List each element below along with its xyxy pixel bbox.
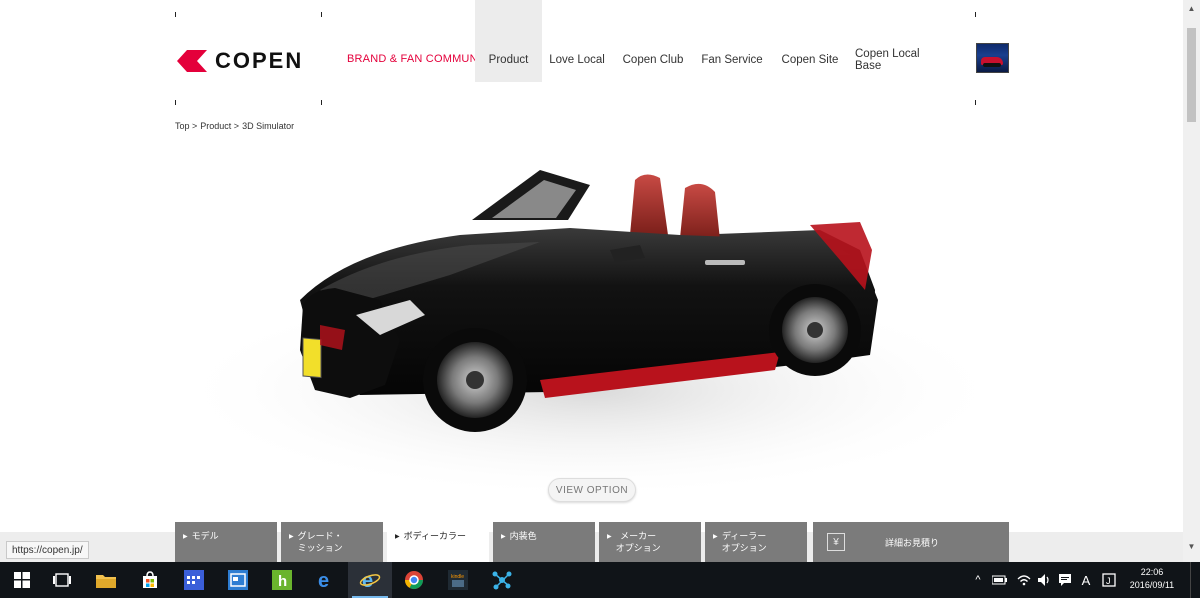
- action-center-icon[interactable]: J: [1100, 562, 1118, 598]
- battery-icon[interactable]: [990, 562, 1010, 598]
- tab-label: モデル: [191, 531, 219, 541]
- hulu-icon[interactable]: h: [260, 562, 304, 598]
- play-arrow-icon: ▶: [395, 533, 400, 540]
- edge-icon[interactable]: e: [304, 562, 348, 598]
- tab-grade-mission[interactable]: ▶ グレード・ ミッション: [281, 522, 383, 562]
- volume-icon[interactable]: [1036, 562, 1054, 598]
- tab-dealer-option[interactable]: ▶ ディーラー オプション: [705, 522, 807, 562]
- show-desktop-button[interactable]: [1190, 562, 1200, 598]
- wifi-icon[interactable]: [1014, 562, 1034, 598]
- scroll-down-icon[interactable]: ▼: [1183, 538, 1200, 554]
- tab-maker-option[interactable]: ▶ メーカー オプション: [599, 522, 701, 562]
- notification-icon[interactable]: [1056, 562, 1074, 598]
- copen-logo[interactable]: COPEN: [177, 48, 303, 74]
- windows-taskbar: h e e kindle ^ A J: [0, 562, 1200, 598]
- corner-mark: [321, 100, 322, 105]
- car-3d-view[interactable]: [120, 140, 1080, 520]
- play-arrow-icon: ▶: [501, 533, 506, 540]
- view-option-button[interactable]: VIEW OPTION: [548, 478, 636, 502]
- nav-copen-site[interactable]: Copen Site: [776, 0, 844, 82]
- file-explorer-icon[interactable]: [84, 562, 128, 598]
- task-view-icon[interactable]: [40, 562, 84, 598]
- corner-mark: [975, 12, 976, 17]
- scroll-thumb[interactable]: [1187, 28, 1196, 122]
- breadcrumb-current: 3D Simulator: [242, 121, 295, 131]
- chrome-icon[interactable]: [392, 562, 436, 598]
- logo-text: COPEN: [215, 48, 304, 73]
- play-arrow-icon: ▶: [183, 533, 188, 540]
- tab-interior-color[interactable]: ▶ 内装色: [493, 522, 595, 562]
- chevron-up-icon[interactable]: ^: [970, 562, 986, 598]
- tab-label: 内装色: [509, 531, 537, 541]
- corner-mark: [321, 12, 322, 17]
- clock-date: 2016/09/11: [1129, 580, 1175, 590]
- play-arrow-icon: ▶: [713, 533, 718, 540]
- svg-text:J: J: [1106, 576, 1111, 586]
- calendar-app-icon[interactable]: [172, 562, 216, 598]
- svg-text:kindle: kindle: [451, 574, 464, 580]
- taskbar-clock[interactable]: 22:06 2016/09/11: [1128, 566, 1176, 592]
- tab-label: グレード・ ミッション: [297, 531, 343, 553]
- browser-page: COPEN BRAND & FAN COMMUNITY Product Love…: [0, 0, 1200, 598]
- news-app-icon[interactable]: [216, 562, 260, 598]
- nav-love-local[interactable]: Love Local: [544, 0, 610, 82]
- tab-label: ディーラー オプション: [721, 531, 767, 553]
- estimate-label: 詳細お見積り: [885, 537, 940, 548]
- tab-body-color[interactable]: ▶ ボディーカラー: [387, 522, 489, 562]
- start-icon[interactable]: [0, 562, 44, 598]
- breadcrumb-product[interactable]: Product >: [200, 121, 239, 131]
- corner-mark: [975, 100, 976, 105]
- corner-mark: [175, 12, 176, 17]
- tab-label: メーカー オプション: [615, 531, 661, 553]
- car-thumbnail[interactable]: [976, 43, 1009, 73]
- vertical-scrollbar[interactable]: ▲ ▼: [1183, 0, 1200, 562]
- ime-indicator[interactable]: A: [1078, 562, 1094, 598]
- corner-mark: [175, 100, 176, 105]
- svg-text:e: e: [362, 570, 373, 590]
- nav-product[interactable]: Product: [475, 0, 542, 82]
- simulator-tabs: ▶ モデル ▶ グレード・ ミッション ▶ ボディーカラー ▶ 内装色 ▶ メーカー オプ…: [175, 522, 807, 562]
- tab-model[interactable]: ▶ モデル: [175, 522, 277, 562]
- store-icon[interactable]: [128, 562, 172, 598]
- brand-fan-community-link[interactable]: BRAND & FAN COMMUNITY: [347, 53, 495, 65]
- clock-time: 22:06: [1140, 567, 1164, 577]
- play-arrow-icon: ▶: [289, 533, 294, 540]
- svg-text:h: h: [278, 573, 287, 590]
- svg-text:e: e: [318, 570, 329, 590]
- kindle-icon[interactable]: kindle: [436, 562, 480, 598]
- network-app-icon[interactable]: [480, 562, 524, 598]
- breadcrumb: Top > Product > 3D Simulator: [175, 121, 294, 131]
- nav-copen-club[interactable]: Copen Club: [620, 0, 686, 82]
- breadcrumb-top[interactable]: Top >: [175, 121, 197, 131]
- internet-explorer-icon[interactable]: e: [348, 562, 392, 598]
- scroll-up-icon[interactable]: ▲: [1183, 0, 1200, 16]
- yen-icon: ¥: [827, 533, 845, 551]
- status-url-tooltip: https://copen.jp/: [6, 541, 89, 559]
- nav-copen-local-base[interactable]: Copen Local Base: [855, 0, 943, 82]
- tab-label: ボディーカラー: [403, 531, 466, 541]
- play-arrow-icon: ▶: [607, 533, 612, 540]
- estimate-button[interactable]: ¥ 詳細お見積り: [813, 522, 1009, 562]
- nav-fan-service[interactable]: Fan Service: [698, 0, 766, 82]
- copen-chevron-icon: [177, 50, 207, 72]
